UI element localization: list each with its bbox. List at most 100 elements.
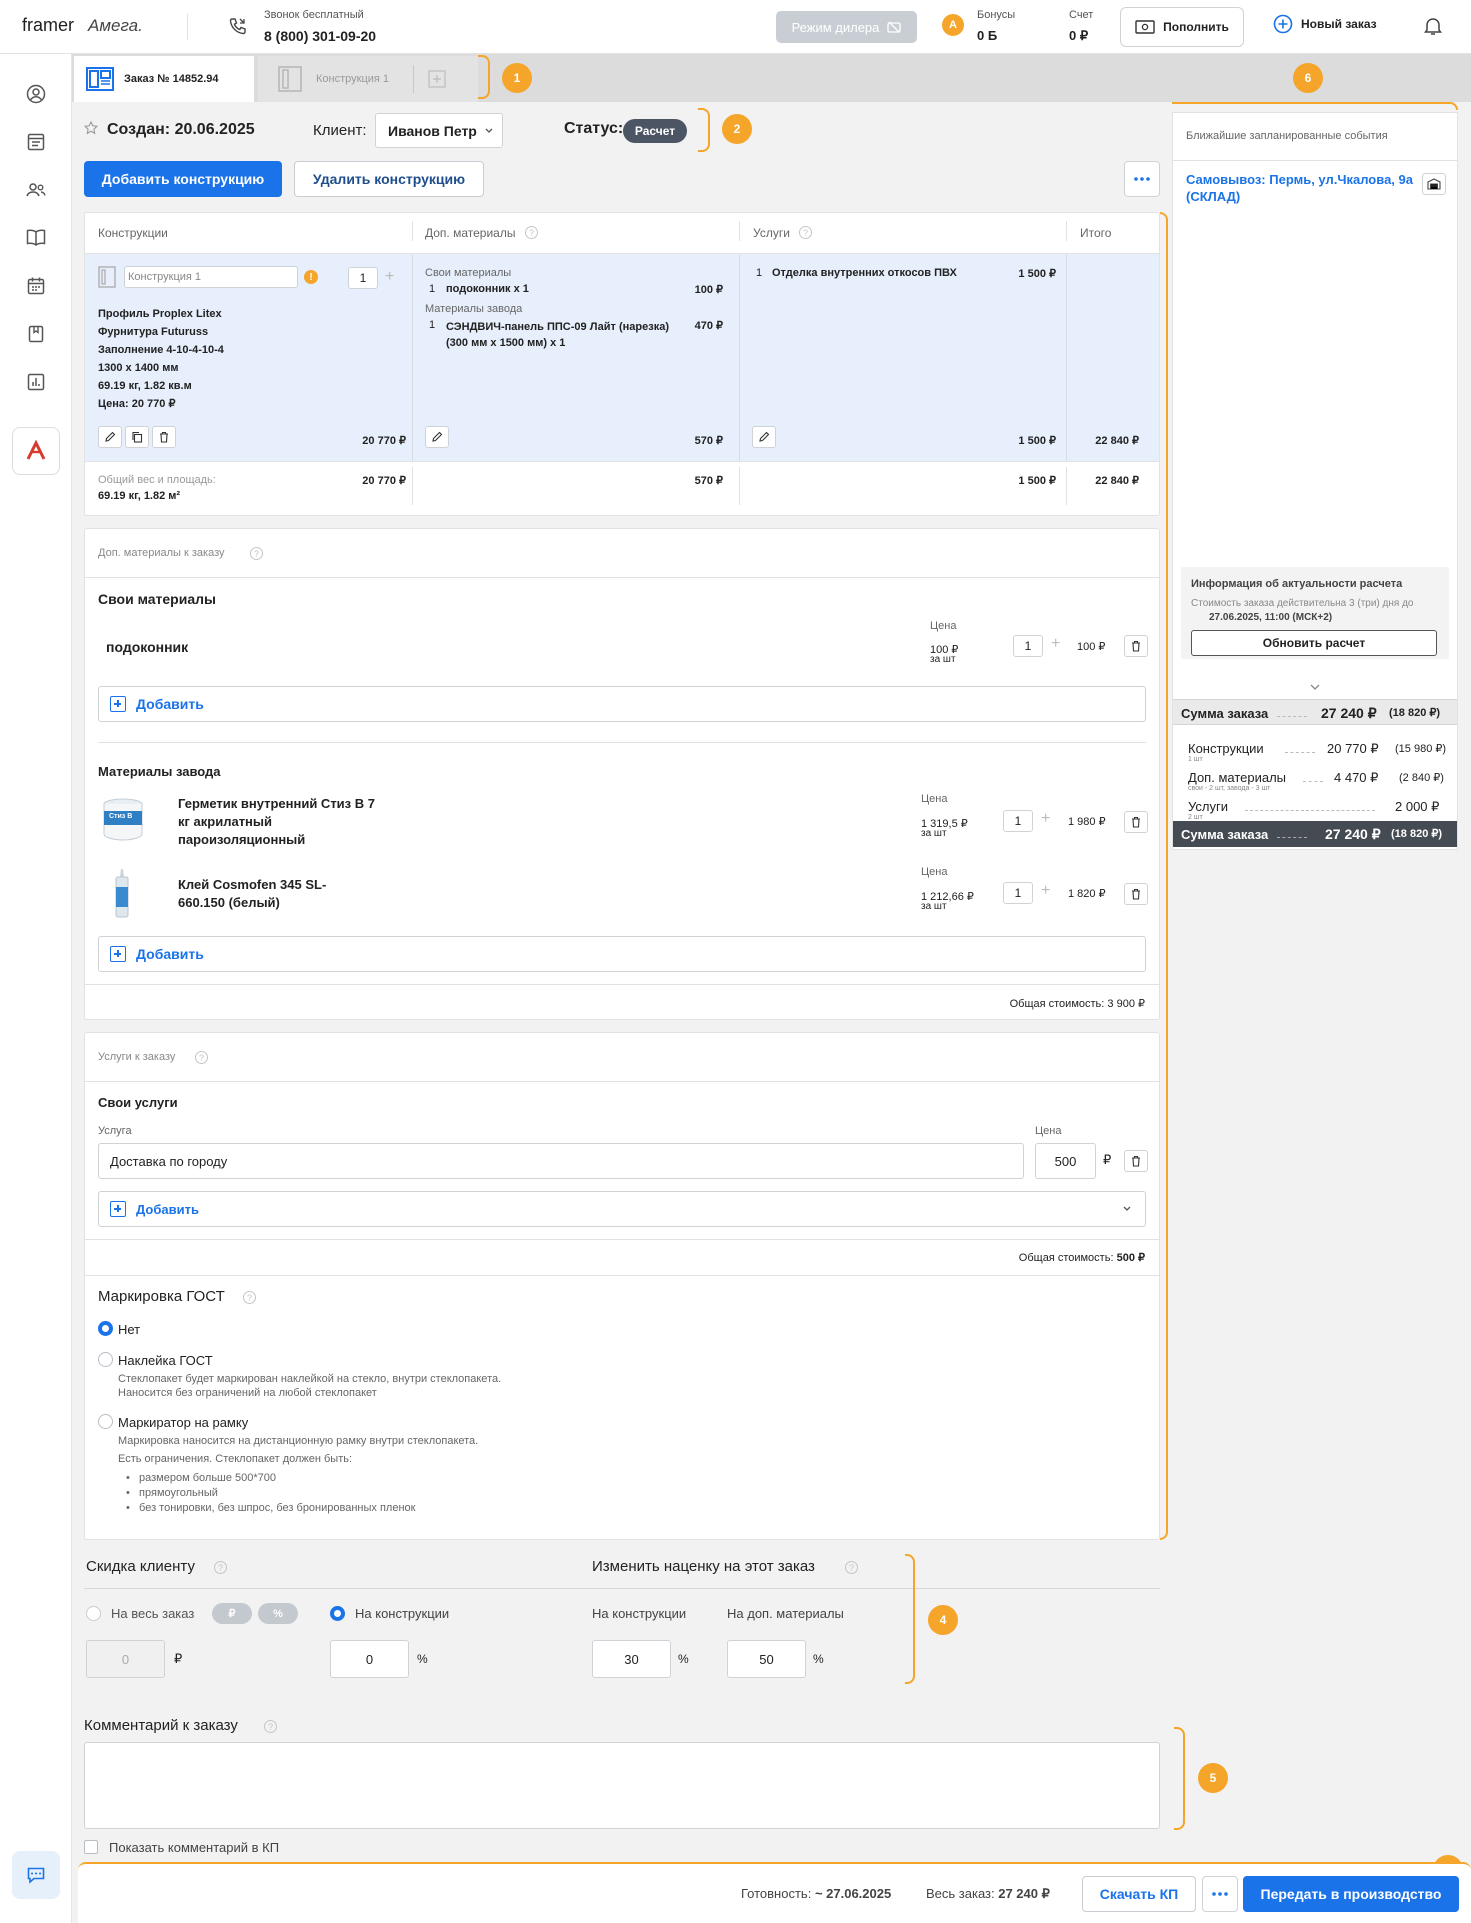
- annotation-bracket-3: [1160, 212, 1168, 1540]
- add-construction-button[interactable]: Добавить конструкцию: [84, 161, 282, 197]
- glue-total: 1 820 ₽: [1068, 888, 1106, 900]
- show-comment-checkbox[interactable]: [84, 1840, 98, 1854]
- footer-more-button[interactable]: [1202, 1876, 1238, 1912]
- construction-name-input[interactable]: Конструкция 1: [124, 266, 298, 288]
- footer-constructions: 20 770 ₽: [362, 475, 406, 487]
- help-icon[interactable]: ?: [845, 1561, 858, 1574]
- discount-pct-chip[interactable]: %: [258, 1603, 298, 1624]
- tab-strip: Заказ № 14852.94 Конструкция 1 1 6: [72, 54, 1471, 102]
- send-to-production-button[interactable]: Передать в производство: [1243, 1876, 1459, 1912]
- add-factory-material-button[interactable]: Добавить: [98, 936, 1146, 972]
- plus-icon[interactable]: +: [385, 268, 394, 286]
- account-label: Счет: [1069, 9, 1094, 21]
- bonus-label: Бонусы: [977, 9, 1016, 21]
- created-date: Создан: 20.06.2025: [107, 121, 255, 138]
- more-actions-button[interactable]: [1124, 161, 1160, 197]
- markup-constr-input[interactable]: 30: [592, 1640, 671, 1678]
- plus-icon[interactable]: +: [1041, 882, 1050, 900]
- discount-rub-chip[interactable]: ₽: [212, 1603, 252, 1624]
- discount-pct-input[interactable]: 0: [330, 1640, 409, 1678]
- delete-glue-button[interactable]: [1124, 883, 1148, 905]
- delete-service-button[interactable]: [1124, 1150, 1148, 1172]
- total-label: Общая стоимость:: [1018, 1252, 1114, 1264]
- help-icon[interactable]: ?: [214, 1561, 227, 1574]
- add-own-material-button[interactable]: Добавить: [98, 686, 1146, 722]
- plus-icon[interactable]: +: [1051, 635, 1060, 653]
- help-icon[interactable]: ?: [264, 1720, 277, 1733]
- delete-own-material-button[interactable]: [1124, 635, 1148, 657]
- client-select[interactable]: Иванов Петр: [375, 113, 503, 148]
- catalog-icon[interactable]: [26, 324, 46, 344]
- calendar-icon[interactable]: [26, 276, 46, 296]
- chat-button[interactable]: [12, 1851, 60, 1899]
- order-sum-row: Сумма заказа 27 240 ₽ (18 820 ₽): [1173, 699, 1457, 725]
- price-unit: за шт: [921, 828, 947, 839]
- copy-construction-button[interactable]: [125, 426, 149, 448]
- construction-qty[interactable]: 1: [348, 267, 378, 289]
- help-icon[interactable]: ?: [243, 1291, 256, 1304]
- gost-no-radio[interactable]: [98, 1321, 113, 1336]
- tab-order[interactable]: Заказ № 14852.94: [74, 56, 254, 102]
- glue-qty[interactable]: 1: [1003, 882, 1033, 904]
- add-service-button[interactable]: Добавить: [98, 1191, 1146, 1227]
- help-icon[interactable]: ?: [525, 226, 538, 239]
- delete-sealant-button[interactable]: [1124, 811, 1148, 833]
- divider: [85, 1239, 1159, 1240]
- service-price-input[interactable]: 500: [1035, 1143, 1096, 1179]
- sealant-qty[interactable]: 1: [1003, 810, 1033, 832]
- phone-number[interactable]: 8 (800) 301-09-20: [264, 28, 376, 44]
- markup-mat-input[interactable]: 50: [727, 1640, 806, 1678]
- services-section: Услуги к заказу ? Свои услуги Услуга Цен…: [84, 1032, 1160, 1540]
- star-icon[interactable]: [84, 121, 98, 135]
- service-input[interactable]: Доставка по городу: [98, 1143, 1024, 1179]
- divider: [739, 254, 740, 461]
- delete-construction-icon[interactable]: [152, 426, 176, 448]
- glue-name: Клей Cosmofen 345 SL-660.150 (белый): [178, 877, 327, 910]
- download-kp-button[interactable]: Скачать КП: [1082, 1876, 1196, 1912]
- own-materials-title: Свои материалы: [98, 591, 216, 607]
- edit-materials-button[interactable]: [425, 426, 449, 448]
- tab-construction[interactable]: Конструкция 1: [258, 56, 478, 102]
- discount-constr-radio[interactable]: [330, 1606, 345, 1621]
- markup-title: Изменить наценку на этот заказ: [592, 1558, 815, 1575]
- refresh-button[interactable]: Обновить расчет: [1191, 630, 1437, 656]
- more-dots-icon: [1134, 177, 1150, 181]
- gost-no-label: Нет: [118, 1322, 141, 1337]
- gost-marker-radio[interactable]: [98, 1414, 113, 1429]
- edit-services-button[interactable]: [752, 426, 776, 448]
- warning-icon[interactable]: !: [304, 270, 318, 284]
- bell-icon[interactable]: [1424, 16, 1442, 36]
- orders-icon[interactable]: [26, 132, 46, 152]
- pickup-link[interactable]: Самовывоз: Пермь, ул.Чкалова, 9а (СКЛАД): [1186, 171, 1416, 205]
- gost-sticker-radio[interactable]: [98, 1352, 113, 1367]
- plus-icon[interactable]: +: [1041, 810, 1050, 828]
- clients-icon[interactable]: [25, 180, 47, 200]
- edit-construction-button[interactable]: [98, 426, 122, 448]
- comment-textarea[interactable]: [84, 1742, 1160, 1829]
- warehouse-button[interactable]: [1422, 173, 1446, 195]
- discount-whole-radio[interactable]: [86, 1606, 101, 1621]
- discount-rub-input[interactable]: 0: [86, 1640, 165, 1678]
- help-icon[interactable]: ?: [195, 1051, 208, 1064]
- dealer-mode-button[interactable]: Режим дилера: [776, 11, 917, 43]
- book-icon[interactable]: [25, 228, 47, 248]
- construction-row[interactable]: Конструкция 1 ! 1 + Профиль Proplex Lite…: [85, 254, 1159, 461]
- left-nav: [0, 54, 72, 1923]
- delete-construction-button[interactable]: Удалить конструкцию: [294, 161, 484, 197]
- info-title: Информация об актуальности расчета: [1191, 578, 1403, 590]
- profile-icon[interactable]: [26, 84, 46, 104]
- col-materials: Доп. материалы: [425, 226, 516, 240]
- topup-button[interactable]: Пополнить: [1120, 7, 1244, 47]
- layout-icon: [86, 67, 114, 91]
- whole-label: Весь заказ:: [926, 1886, 995, 1901]
- help-icon[interactable]: ?: [799, 226, 812, 239]
- reports-icon[interactable]: [26, 372, 46, 392]
- add-tab-icon[interactable]: [428, 70, 446, 88]
- chevron-down-icon[interactable]: [1310, 684, 1320, 691]
- amega-logo: Амега.: [88, 16, 143, 35]
- row-total: 22 840 ₽: [1095, 435, 1139, 447]
- amega-app-button[interactable]: [12, 427, 60, 475]
- own-material-qty[interactable]: 1: [1013, 635, 1043, 657]
- new-order-button[interactable]: Новый заказ: [1273, 14, 1377, 34]
- help-icon[interactable]: ?: [250, 547, 263, 560]
